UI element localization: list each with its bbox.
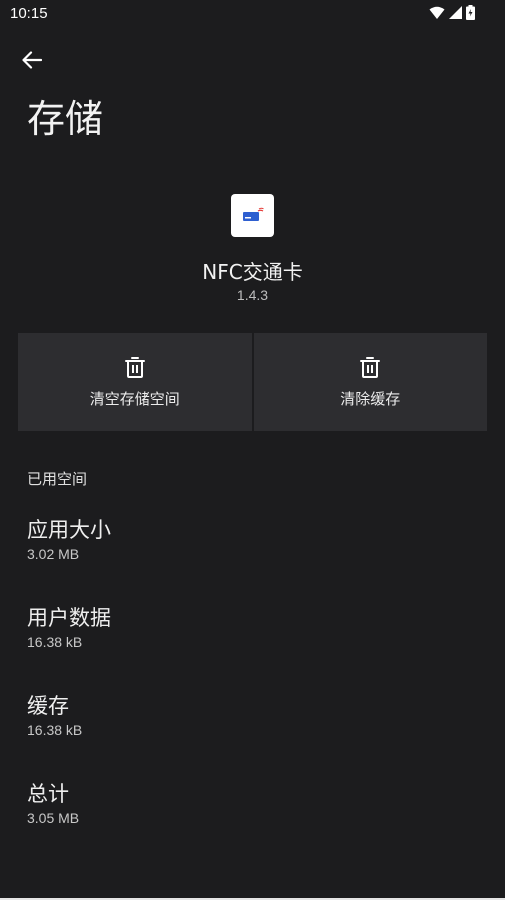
storage-item-value: 16.38 kB [27, 722, 83, 738]
storage-item-label: 总计 [27, 782, 69, 806]
storage-item-cache: 缓存 16.38 kB [27, 693, 82, 739]
storage-item-value: 3.05 MB [27, 810, 80, 826]
battery-icon [466, 5, 475, 20]
clear-cache-label: 清除缓存 [340, 389, 401, 408]
status-time: 10:15 [10, 5, 48, 22]
trash-icon [360, 356, 381, 378]
trash-icon [124, 356, 145, 378]
status-icons [429, 5, 475, 20]
page-title: 存储 [27, 97, 104, 141]
section-header-used-space: 已用空间 [27, 470, 88, 488]
storage-item-value: 3.02 MB [27, 546, 80, 562]
storage-item-label: 应用大小 [27, 518, 111, 542]
storage-item-user-data: 用户数据 16.38 kB [27, 605, 111, 651]
storage-item-total: 总计 3.05 MB [27, 781, 79, 827]
storage-item-app-size: 应用大小 3.02 MB [27, 517, 111, 563]
back-arrow-icon [22, 51, 42, 69]
storage-item-value: 16.38 kB [27, 634, 83, 650]
nfc-card-app-icon [231, 194, 274, 237]
wifi-icon [429, 6, 445, 19]
back-button[interactable] [18, 46, 46, 74]
storage-item-label: 用户数据 [27, 606, 111, 630]
clear-cache-button[interactable]: 清除缓存 [253, 333, 487, 431]
status-bar: 10:15 [0, 0, 505, 30]
app-version: 1.4.3 [236, 287, 269, 303]
signal-icon [449, 6, 462, 19]
clear-storage-label: 清空存储空间 [89, 389, 180, 408]
app-name: NFC交通卡 [202, 260, 303, 284]
storage-actions: 清空存储空间 清除缓存 [18, 333, 487, 431]
clear-storage-button[interactable]: 清空存储空间 [18, 333, 252, 431]
storage-item-label: 缓存 [27, 694, 69, 718]
